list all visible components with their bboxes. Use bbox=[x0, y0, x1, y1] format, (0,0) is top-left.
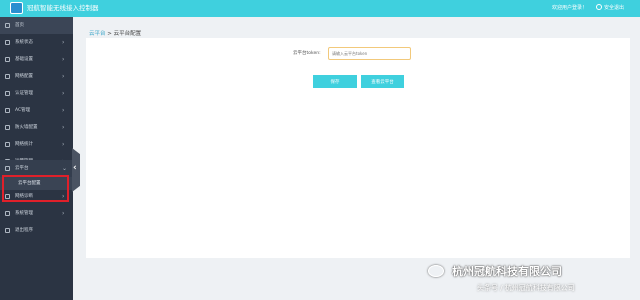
sidebar-item-label: 系统状态 bbox=[15, 40, 33, 45]
chevron-right-icon: › bbox=[62, 90, 65, 97]
token-input[interactable] bbox=[328, 47, 411, 60]
top-bar: 冠航智能无线接入控制器 欢迎用户登录！ 安全退出 bbox=[0, 0, 640, 17]
view-cloud-button[interactable]: 查看云平台 bbox=[361, 75, 404, 88]
logout-label: 安全退出 bbox=[604, 5, 625, 11]
sidebar-item-label: 防火墙配置 bbox=[15, 125, 38, 130]
sidebar-item-exit[interactable]: 退出程序 bbox=[0, 222, 73, 239]
chevron-right-icon: › bbox=[62, 141, 65, 148]
power-icon bbox=[596, 4, 602, 10]
firewall-icon bbox=[5, 125, 10, 130]
sidebar: 首页 系统状态 › 基础设置 › 网络配置 › 认证管理 › AC管理 › 防火… bbox=[0, 17, 73, 300]
sidebar-item-system-status[interactable]: 系统状态 › bbox=[0, 34, 73, 51]
chevron-right-icon: › bbox=[62, 73, 65, 80]
token-label: 云平台token: bbox=[293, 51, 321, 56]
save-button[interactable]: 保存 bbox=[313, 75, 357, 88]
chevron-left-icon: ‹ bbox=[73, 163, 77, 173]
sidebar-item-label: 退出程序 bbox=[15, 228, 33, 233]
sidebar-item-label: 系统管理 bbox=[15, 211, 33, 216]
sidebar-item-auth[interactable]: 认证管理 › bbox=[0, 85, 73, 102]
chevron-right-icon: › bbox=[62, 107, 65, 114]
logout-button[interactable]: 安全退出 bbox=[596, 3, 624, 13]
ac-icon bbox=[5, 108, 10, 113]
sidebar-item-home[interactable]: 首页 bbox=[0, 17, 73, 34]
sidebar-item-label: 首页 bbox=[15, 23, 24, 28]
system-icon bbox=[5, 211, 10, 216]
exit-icon bbox=[5, 228, 10, 233]
breadcrumb-separator: > bbox=[105, 31, 114, 37]
sidebar-item-label: 基础设置 bbox=[15, 57, 33, 62]
chevron-right-icon: › bbox=[62, 124, 65, 131]
chevron-right-icon: › bbox=[62, 56, 65, 63]
sidebar-collapse-toggle[interactable]: ‹ bbox=[72, 148, 80, 192]
sidebar-item-label: 网络配置 bbox=[15, 74, 33, 79]
watermark-title: 杭州冠航科技有限公司 bbox=[428, 263, 562, 279]
app-logo-icon bbox=[10, 2, 23, 14]
breadcrumb-current: 云平台配置 bbox=[113, 31, 142, 37]
status-icon bbox=[5, 40, 10, 45]
app-title: 冠航智能无线接入控制器 bbox=[27, 4, 99, 12]
sidebar-item-network-stats[interactable]: 网络统计 › bbox=[0, 136, 73, 153]
cloud-icon bbox=[5, 166, 10, 171]
sidebar-item-network-config[interactable]: 网络配置 › bbox=[0, 68, 73, 85]
sidebar-item-basic-settings[interactable]: 基础设置 › bbox=[0, 51, 73, 68]
sidebar-item-label: 认证管理 bbox=[15, 91, 33, 96]
main-panel bbox=[86, 38, 630, 258]
sidebar-item-ac[interactable]: AC管理 › bbox=[0, 102, 73, 119]
watermark-subtitle: 头条号 / 杭州冠航科技有限公司 bbox=[477, 284, 575, 292]
home-icon bbox=[5, 23, 10, 28]
settings-icon bbox=[5, 57, 10, 62]
wechat-icon bbox=[428, 265, 444, 277]
sidebar-item-firewall[interactable]: 防火墙配置 › bbox=[0, 119, 73, 136]
sidebar-item-system-manage[interactable]: 系统管理 › bbox=[0, 205, 73, 222]
sidebar-item-label: AC管理 bbox=[15, 108, 31, 113]
highlight-annotation bbox=[2, 175, 69, 202]
network-icon bbox=[5, 74, 10, 79]
breadcrumb-link[interactable]: 云平台 bbox=[89, 31, 106, 37]
breadcrumb: 云平台 > 云平台配置 bbox=[89, 29, 141, 37]
welcome-text: 欢迎用户登录！ bbox=[552, 5, 588, 11]
watermark-text: 杭州冠航科技有限公司 bbox=[452, 265, 562, 278]
chevron-right-icon: › bbox=[62, 39, 65, 46]
sidebar-item-label: 网络统计 bbox=[15, 142, 33, 147]
chevron-right-icon: › bbox=[62, 210, 65, 217]
stats-icon bbox=[5, 142, 10, 147]
auth-icon bbox=[5, 91, 10, 96]
